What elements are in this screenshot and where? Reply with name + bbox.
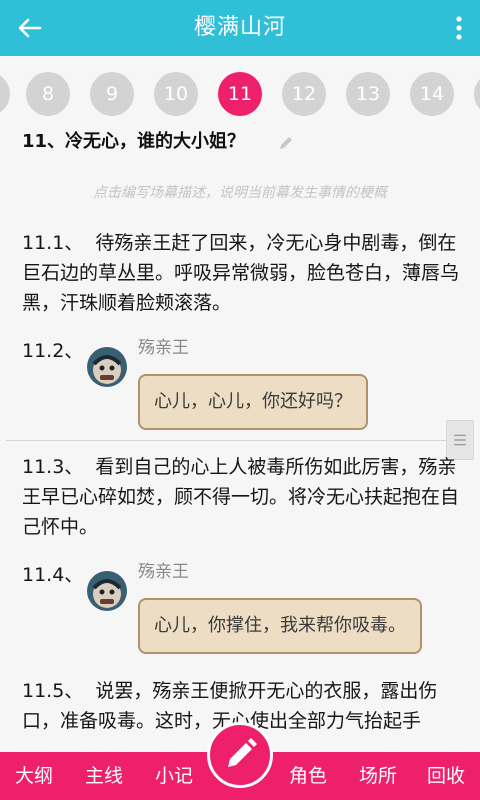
entry-number: 11.2、 [22, 340, 84, 362]
entry-number: 11.5、 [22, 680, 84, 702]
chapter-chip[interactable]: 9 [90, 72, 134, 116]
app-bar: 樱满山河 [0, 0, 480, 56]
dialogue-bubble[interactable]: 心儿，你撑住，我来帮你吸毒。 [138, 598, 422, 654]
tab-places[interactable]: 场所 [348, 752, 408, 800]
app-title: 樱满山河 [193, 15, 286, 40]
dialogue-bubble[interactable]: 心儿，心儿，你还好吗？ [138, 374, 368, 430]
character-avatar[interactable] [86, 570, 128, 612]
chapter-chip[interactable]: 13 [346, 72, 390, 116]
speaker-name: 殇亲王 [138, 338, 189, 358]
chapter-selector: 8 9 10 11 12 13 14 [0, 66, 480, 122]
entry-number: 11.1、 [22, 232, 84, 254]
speaker-name: 殇亲王 [138, 562, 189, 582]
tab-outline[interactable]: 大纲 [4, 752, 64, 800]
entry-number: 11.4、 [22, 564, 84, 586]
tab-recycle[interactable]: 回收 [416, 752, 476, 800]
entry-text: 看到自己的心上人被毒所伤如此厉害，殇亲王早已心碎如焚，顾不得一切。将冷无心扶起抱… [22, 456, 460, 538]
edit-title-pencil-icon[interactable] [278, 135, 294, 151]
entry-text: 待殇亲王赶了回来，冷无心身中剧毒，倒在巨石边的草丛里。呼吸异常微弱，脸色苍白，薄… [22, 232, 460, 314]
tab-mainline[interactable]: 主线 [74, 752, 134, 800]
chapter-chip-partial[interactable] [474, 72, 480, 116]
scene-title[interactable]: 11、冷无心，谁的大小姐？ [22, 128, 245, 156]
more-vert-icon[interactable] [456, 14, 462, 42]
chapter-chip[interactable]: 10 [154, 72, 198, 116]
chapter-chip[interactable]: 12 [282, 72, 326, 116]
scene-description-hint[interactable]: 点击编写场幕描述，说明当前幕发生事情的梗概 [0, 182, 480, 202]
entry-number: 11.3、 [22, 456, 84, 478]
pencil-icon [228, 738, 257, 767]
chapter-chip[interactable]: 8 [26, 72, 70, 116]
divider [6, 440, 458, 441]
tab-notes[interactable]: 小记 [144, 752, 204, 800]
compose-fab-button[interactable] [207, 722, 273, 788]
chapter-chip-active[interactable]: 11 [218, 72, 262, 116]
narration-entry[interactable]: 11.1、 待殇亲王赶了回来，冷无心身中剧毒，倒在巨石边的草丛里。呼吸异常微弱，… [22, 228, 462, 318]
chapter-chip[interactable]: 14 [410, 72, 454, 116]
narration-entry[interactable]: 11.3、 看到自己的心上人被毒所伤如此厉害，殇亲王早已心碎如焚，顾不得一切。将… [22, 452, 462, 542]
chapter-chip-partial[interactable] [0, 72, 10, 116]
character-avatar[interactable] [86, 346, 128, 388]
tab-roles[interactable]: 角色 [278, 752, 338, 800]
